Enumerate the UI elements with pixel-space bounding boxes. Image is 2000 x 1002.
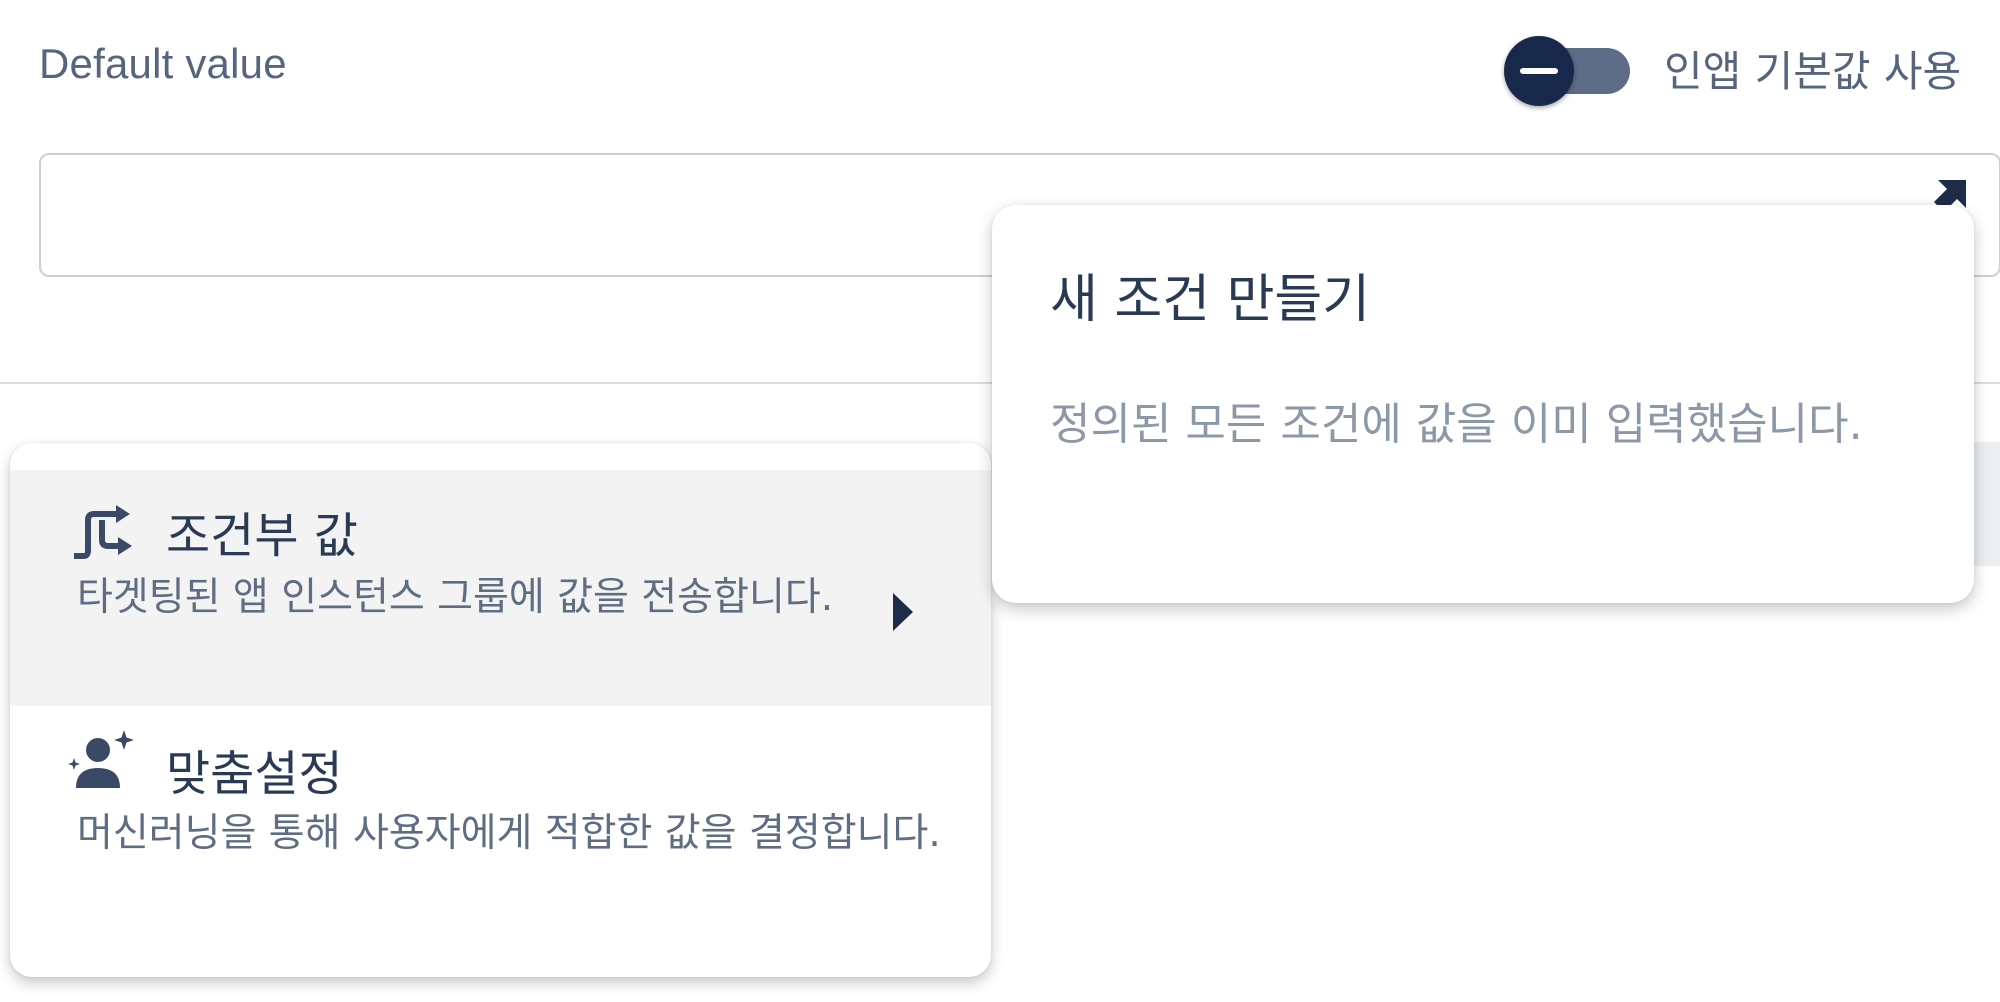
popover-title: 새 조건 만들기 xyxy=(1050,270,1371,330)
menu-item-title: 조건부 값 xyxy=(166,508,358,564)
default-value-label: Default value xyxy=(39,40,287,87)
menu-item-title: 맞춤설정 xyxy=(166,746,343,802)
menu-item-description: 머신러닝을 통해 사용자에게 적합한 값을 결정합니다. xyxy=(77,811,941,856)
add-value-menu: 조건부 값 타겟팅된 앱 인스턴스 그룹에 값을 전송합니다. 맞춤설정 머신러… xyxy=(10,443,991,977)
menu-item-personalization[interactable]: 맞춤설정 머신러닝을 통해 사용자에게 적합한 값을 결정합니다. xyxy=(10,706,991,977)
menu-item-description: 타겟팅된 앱 인스턴스 그룹에 값을 전송합니다. xyxy=(77,575,834,620)
use-in-app-default-toggle[interactable] xyxy=(1504,36,1632,106)
create-condition-popover: 새 조건 만들기 정의된 모든 조건에 값을 이미 입력했습니다. xyxy=(992,205,1974,603)
submenu-arrow-icon xyxy=(893,593,913,631)
menu-item-conditional-value[interactable]: 조건부 값 타겟팅된 앱 인스턴스 그룹에 값을 전송합니다. xyxy=(10,470,991,706)
toggle-thumb-minus-icon xyxy=(1504,36,1574,106)
personalization-icon xyxy=(68,730,134,788)
use-in-app-default-label: 인앱 기본값 사용 xyxy=(1664,47,1962,96)
popover-message: 정의된 모든 조건에 값을 이미 입력했습니다. xyxy=(1050,399,1863,450)
conditional-value-icon xyxy=(74,505,132,559)
